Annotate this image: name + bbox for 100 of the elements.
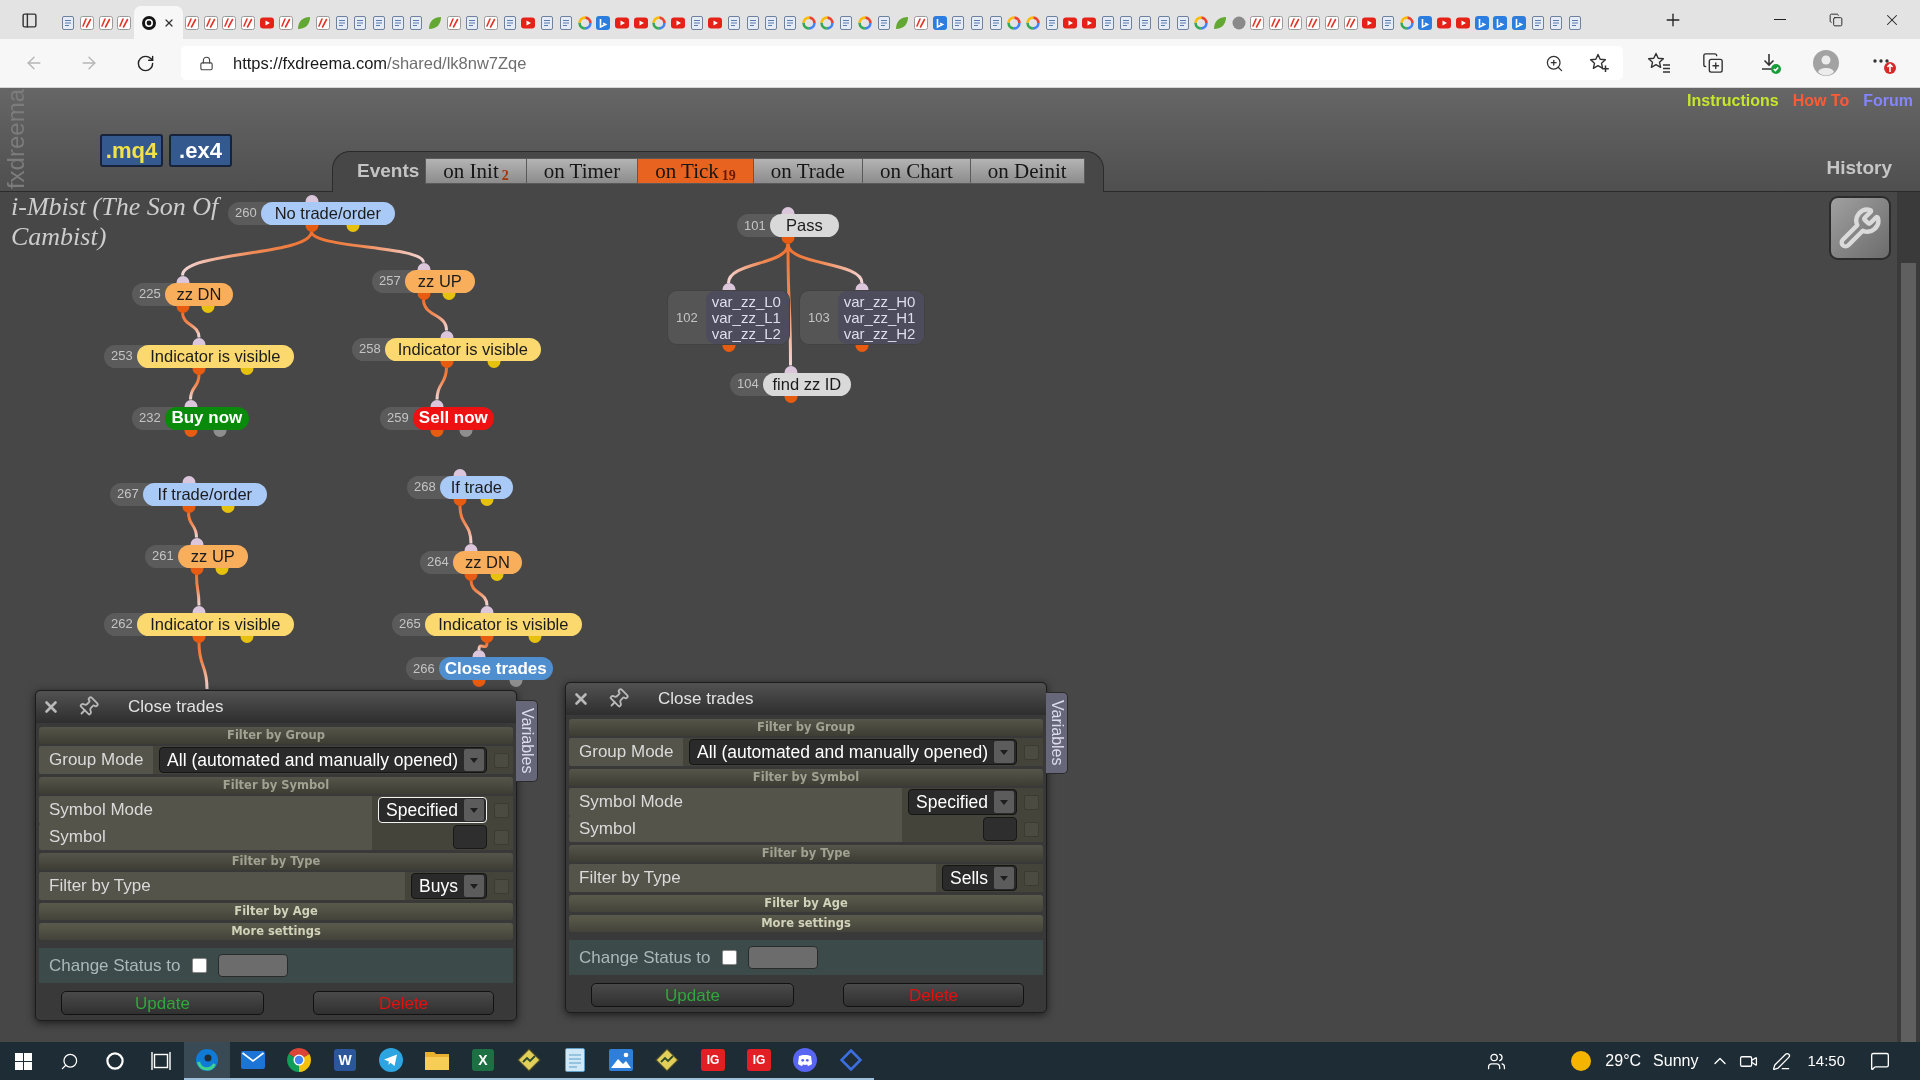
browser-tab[interactable] [133, 6, 183, 39]
taskbar-app[interactable]: IG [690, 1042, 736, 1080]
input-port-icon[interactable] [440, 330, 453, 338]
block-label[interactable]: var_zz_L0 var_zz_L1 var_zz_L2 [705, 291, 789, 344]
download-icon[interactable] [1759, 52, 1781, 74]
block-label[interactable]: Indicator is visible [136, 612, 294, 636]
output-port-icon[interactable] [472, 680, 486, 687]
select-field[interactable]: Buys [411, 873, 487, 899]
nav-link[interactable]: Instructions [1687, 91, 1779, 111]
input-port-icon[interactable] [192, 605, 206, 613]
history-label[interactable]: History [1826, 157, 1920, 179]
input-port-icon[interactable] [417, 262, 430, 270]
select-field[interactable]: Specified [378, 797, 487, 823]
zoom-icon[interactable] [1545, 53, 1564, 73]
input-port-icon[interactable] [855, 283, 869, 290]
input-port-icon[interactable] [480, 605, 494, 613]
input-field[interactable] [983, 817, 1017, 841]
favorites-icon[interactable] [1647, 52, 1671, 74]
block-label[interactable]: Indicator is visible [136, 344, 294, 368]
select-field[interactable]: Sells [942, 865, 1017, 891]
scrollbar-thumb[interactable] [1901, 263, 1916, 1042]
export-button[interactable]: .ex4 [169, 134, 232, 167]
input-port-icon[interactable] [182, 475, 195, 483]
collections-icon[interactable] [1702, 52, 1724, 74]
event-tab[interactable]: on Chart [861, 158, 971, 184]
caret-icon[interactable] [994, 791, 1014, 813]
output-port-icon[interactable] [509, 680, 522, 687]
event-tab[interactable]: on Tick 19 [637, 158, 754, 184]
input-port-icon[interactable] [722, 283, 735, 290]
block-label[interactable]: Pass [769, 214, 839, 237]
temperature-text[interactable]: 29°C [1605, 1049, 1642, 1073]
input-field[interactable] [453, 825, 487, 849]
input-port-icon[interactable] [430, 399, 444, 407]
close-icon[interactable] [42, 698, 60, 716]
block-label[interactable]: find zz ID [762, 372, 851, 396]
event-tab[interactable]: on Trade [752, 158, 863, 184]
block-label[interactable]: Indicator is visible [424, 612, 582, 636]
input-port-icon[interactable] [784, 365, 797, 373]
section-header[interactable]: Filter by Type [569, 845, 1043, 862]
block-label[interactable]: Buy now [164, 406, 249, 430]
checkbox[interactable] [722, 950, 738, 965]
caret-icon[interactable] [994, 741, 1014, 763]
dialog-button[interactable]: Update [61, 991, 264, 1015]
section-header[interactable]: Filter by Symbol [569, 769, 1043, 786]
input-port-icon[interactable] [192, 337, 206, 345]
scrollbar-track[interactable] [1897, 192, 1920, 1042]
section-header[interactable]: Filter by Age [569, 895, 1043, 912]
checkbox[interactable] [192, 958, 208, 973]
taskbar-app[interactable]: W [322, 1042, 368, 1080]
people-icon[interactable] [1487, 1051, 1507, 1071]
block-label[interactable]: var_zz_H0 var_zz_H1 var_zz_H2 [837, 291, 924, 344]
block-label[interactable]: zz UP [177, 544, 248, 568]
block-label[interactable]: zz DN [452, 550, 522, 574]
event-tab[interactable]: on Timer [525, 158, 639, 184]
input-port-icon[interactable] [184, 399, 197, 407]
select-field[interactable]: All (automated and manually opened) [159, 747, 487, 773]
input-port-icon[interactable] [176, 275, 189, 283]
tools-button[interactable] [1829, 196, 1891, 260]
section-header[interactable]: Filter by Age [39, 903, 513, 920]
input-field[interactable] [748, 946, 819, 969]
block-label[interactable]: Sell now [412, 406, 494, 430]
block-label[interactable]: zz DN [164, 282, 233, 306]
section-header[interactable]: Filter by Group [39, 727, 513, 744]
block-label[interactable]: If trade/order [142, 482, 267, 506]
taskbar-app[interactable]: X [460, 1042, 506, 1080]
dialog-button[interactable]: Update [591, 983, 794, 1007]
section-header[interactable]: Filter by Type [39, 853, 513, 870]
caret-icon[interactable] [994, 867, 1014, 889]
block-label[interactable]: Indicator is visible [384, 337, 541, 361]
export-button[interactable]: .mq4 [100, 134, 163, 167]
block-label[interactable]: If trade [439, 475, 513, 499]
input-port-icon[interactable] [781, 207, 795, 214]
block-label[interactable]: No trade/order [260, 201, 395, 225]
caret-icon[interactable] [464, 875, 484, 897]
pen-icon[interactable] [1772, 1051, 1792, 1071]
taskbar-app[interactable]: IG [736, 1042, 782, 1080]
caret-icon[interactable] [464, 749, 484, 771]
section-header[interactable]: More settings [39, 923, 513, 940]
avatar-icon[interactable] [1813, 50, 1839, 76]
section-header[interactable]: Filter by Group [569, 719, 1043, 736]
input-port-icon[interactable] [464, 543, 478, 551]
sun-icon[interactable] [1571, 1051, 1592, 1071]
event-tab[interactable]: on Init 2 [425, 158, 527, 184]
variables-tab[interactable]: Variables [516, 700, 538, 782]
caret-icon[interactable] [464, 799, 484, 821]
section-header[interactable]: Filter by Symbol [39, 777, 513, 794]
address-field[interactable]: https://fxdreema.com/shared/lk8nw7Zqe [181, 46, 1623, 80]
add-favorite-icon[interactable] [1589, 53, 1610, 73]
input-port-icon[interactable] [190, 537, 203, 545]
clock-text[interactable]: 14:50 [1807, 1049, 1845, 1073]
input-field[interactable] [218, 954, 289, 977]
section-header[interactable]: More settings [569, 915, 1043, 932]
select-field[interactable]: Specified [908, 789, 1017, 815]
block-label[interactable]: Close trades [438, 657, 553, 680]
close-icon[interactable] [572, 690, 590, 708]
block-label[interactable]: zz UP [404, 269, 475, 293]
event-tab[interactable]: on Deinit [969, 158, 1085, 184]
input-port-icon[interactable] [472, 650, 486, 657]
select-field[interactable]: All (automated and manually opened) [689, 739, 1017, 765]
input-port-icon[interactable] [305, 194, 318, 202]
